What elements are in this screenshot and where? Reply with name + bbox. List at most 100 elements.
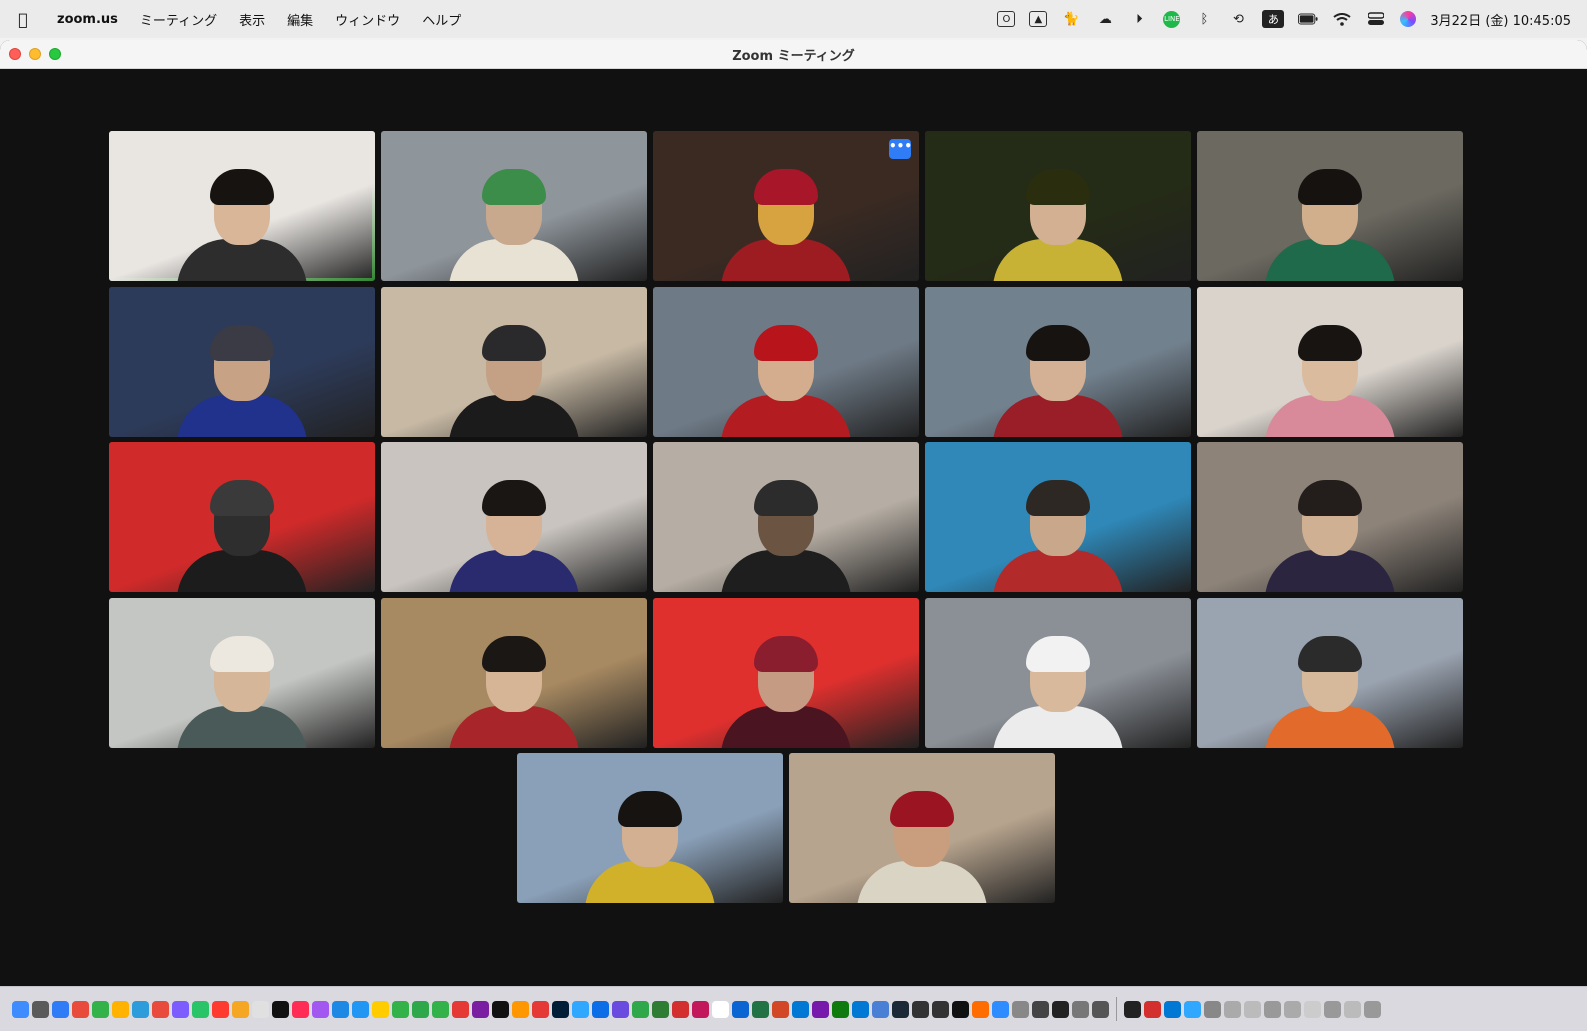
drive-icon[interactable]: ▲ bbox=[1029, 11, 1048, 27]
dock-app-icon[interactable] bbox=[1164, 1000, 1181, 1018]
dock-app-icon[interactable] bbox=[132, 1000, 149, 1018]
dock-app-icon[interactable] bbox=[412, 1000, 429, 1018]
dock-app-icon[interactable] bbox=[1032, 1000, 1049, 1018]
control-center-icon[interactable] bbox=[1366, 10, 1386, 28]
dock-app-icon[interactable] bbox=[1244, 1000, 1261, 1018]
menu-edit[interactable]: 編集 bbox=[276, 10, 324, 29]
dock-app-icon[interactable] bbox=[1264, 1000, 1281, 1018]
dock-app-icon[interactable] bbox=[92, 1000, 109, 1018]
dock-app-icon[interactable] bbox=[632, 1000, 649, 1018]
participant-video-tile[interactable] bbox=[789, 753, 1055, 903]
dock-app-icon[interactable] bbox=[1224, 1000, 1241, 1018]
dock-app-icon[interactable] bbox=[112, 1000, 129, 1018]
dock-app-icon[interactable] bbox=[712, 1000, 729, 1018]
dock-app-icon[interactable] bbox=[192, 1000, 209, 1018]
dock-app-icon[interactable] bbox=[1144, 1000, 1161, 1018]
wifi-icon[interactable] bbox=[1332, 10, 1352, 28]
dock-app-icon[interactable] bbox=[652, 1000, 669, 1018]
dock-app-icon[interactable] bbox=[832, 1000, 849, 1018]
dock-app-icon[interactable] bbox=[32, 1000, 49, 1018]
dock-app-icon[interactable] bbox=[352, 1000, 369, 1018]
participant-video-tile[interactable] bbox=[925, 287, 1191, 437]
dock-app-icon[interactable] bbox=[1072, 1000, 1089, 1018]
participant-video-tile[interactable] bbox=[381, 287, 647, 437]
dock-app-icon[interactable] bbox=[912, 1000, 929, 1018]
participant-video-tile[interactable] bbox=[381, 598, 647, 748]
participant-video-tile[interactable] bbox=[109, 598, 375, 748]
dock-app-icon[interactable] bbox=[432, 1000, 449, 1018]
dock-app-icon[interactable] bbox=[752, 1000, 769, 1018]
dock-app-icon[interactable] bbox=[1344, 1000, 1361, 1018]
dock-app-icon[interactable] bbox=[512, 1000, 529, 1018]
dock-app-icon[interactable] bbox=[1364, 1000, 1381, 1018]
dock-app-icon[interactable] bbox=[972, 1000, 989, 1018]
dock-app-icon[interactable] bbox=[1184, 1000, 1201, 1018]
dock-app-icon[interactable] bbox=[992, 1000, 1009, 1018]
participant-video-tile[interactable] bbox=[109, 442, 375, 592]
dock-app-icon[interactable] bbox=[872, 1000, 889, 1018]
dock-app-icon[interactable] bbox=[952, 1000, 969, 1018]
dock-app-icon[interactable] bbox=[232, 1000, 249, 1018]
dock-app-icon[interactable] bbox=[932, 1000, 949, 1018]
participant-video-tile[interactable] bbox=[925, 598, 1191, 748]
input-method-icon[interactable]: あ bbox=[1262, 10, 1285, 28]
dock-app-icon[interactable] bbox=[1324, 1000, 1341, 1018]
dock-app-icon[interactable] bbox=[172, 1000, 189, 1018]
dock-app-icon[interactable] bbox=[672, 1000, 689, 1018]
dock-app-icon[interactable] bbox=[732, 1000, 749, 1018]
battery-icon[interactable] bbox=[1298, 10, 1318, 28]
outlook-icon[interactable]: O bbox=[997, 11, 1016, 27]
dock-app-icon[interactable] bbox=[252, 1000, 269, 1018]
dock-app-icon[interactable] bbox=[612, 1000, 629, 1018]
participant-video-tile[interactable] bbox=[1197, 442, 1463, 592]
participant-video-tile[interactable] bbox=[517, 753, 783, 903]
participant-video-tile[interactable] bbox=[381, 442, 647, 592]
line-icon[interactable]: LINE bbox=[1163, 10, 1181, 28]
participant-video-tile[interactable]: ••• bbox=[653, 131, 919, 281]
dock-app-icon[interactable] bbox=[12, 1000, 29, 1018]
menubar-clock[interactable]: 3月22日 (金) 10:45:05 bbox=[1430, 10, 1571, 29]
dock-app-icon[interactable] bbox=[212, 1000, 229, 1018]
dock-app-icon[interactable] bbox=[852, 1000, 869, 1018]
play-icon[interactable]: ⏵ bbox=[1129, 10, 1149, 28]
dock-app-icon[interactable] bbox=[392, 1000, 409, 1018]
dock-app-icon[interactable] bbox=[1304, 1000, 1321, 1018]
dock-app-icon[interactable] bbox=[1284, 1000, 1301, 1018]
dock-app-icon[interactable] bbox=[292, 1000, 309, 1018]
dock-app-icon[interactable] bbox=[692, 1000, 709, 1018]
dock-app-icon[interactable] bbox=[472, 1000, 489, 1018]
dock-app-icon[interactable] bbox=[372, 1000, 389, 1018]
dock-app-icon[interactable] bbox=[72, 1000, 89, 1018]
dock-app-icon[interactable] bbox=[1204, 1000, 1221, 1018]
bluetooth-icon[interactable]: ᛒ bbox=[1194, 10, 1214, 28]
time-machine-icon[interactable]: ⟲ bbox=[1228, 10, 1248, 28]
dock-app-icon[interactable] bbox=[152, 1000, 169, 1018]
dock-app-icon[interactable] bbox=[572, 1000, 589, 1018]
dock-app-icon[interactable] bbox=[772, 1000, 789, 1018]
dock-app-icon[interactable] bbox=[1124, 1000, 1141, 1018]
dock-app-icon[interactable] bbox=[52, 1000, 69, 1018]
dock-app-icon[interactable] bbox=[452, 1000, 469, 1018]
dock-app-icon[interactable] bbox=[792, 1000, 809, 1018]
menu-view[interactable]: 表示 bbox=[228, 10, 276, 29]
dock-app-icon[interactable] bbox=[1092, 1000, 1109, 1018]
dock-app-icon[interactable] bbox=[1052, 1000, 1069, 1018]
dock-app-icon[interactable] bbox=[1012, 1000, 1029, 1018]
participant-video-tile[interactable] bbox=[109, 131, 375, 281]
siri-icon[interactable] bbox=[1400, 11, 1417, 27]
participant-video-tile[interactable] bbox=[653, 598, 919, 748]
dock-app-icon[interactable] bbox=[492, 1000, 509, 1018]
dock-app-icon[interactable] bbox=[272, 1000, 289, 1018]
cat-icon[interactable]: 🐈 bbox=[1061, 10, 1081, 28]
participant-more-options-button[interactable]: ••• bbox=[889, 139, 912, 159]
cloud-icon[interactable]: ☁ bbox=[1095, 10, 1115, 28]
dock-app-icon[interactable] bbox=[312, 1000, 329, 1018]
menu-window[interactable]: ウィンドウ bbox=[324, 10, 411, 29]
dock-app-icon[interactable] bbox=[592, 1000, 609, 1018]
menu-help[interactable]: ヘルプ bbox=[411, 10, 472, 29]
participant-video-tile[interactable] bbox=[653, 287, 919, 437]
participant-video-tile[interactable] bbox=[1197, 131, 1463, 281]
dock-app-icon[interactable] bbox=[332, 1000, 349, 1018]
dock-app-icon[interactable] bbox=[812, 1000, 829, 1018]
participant-video-tile[interactable] bbox=[925, 442, 1191, 592]
